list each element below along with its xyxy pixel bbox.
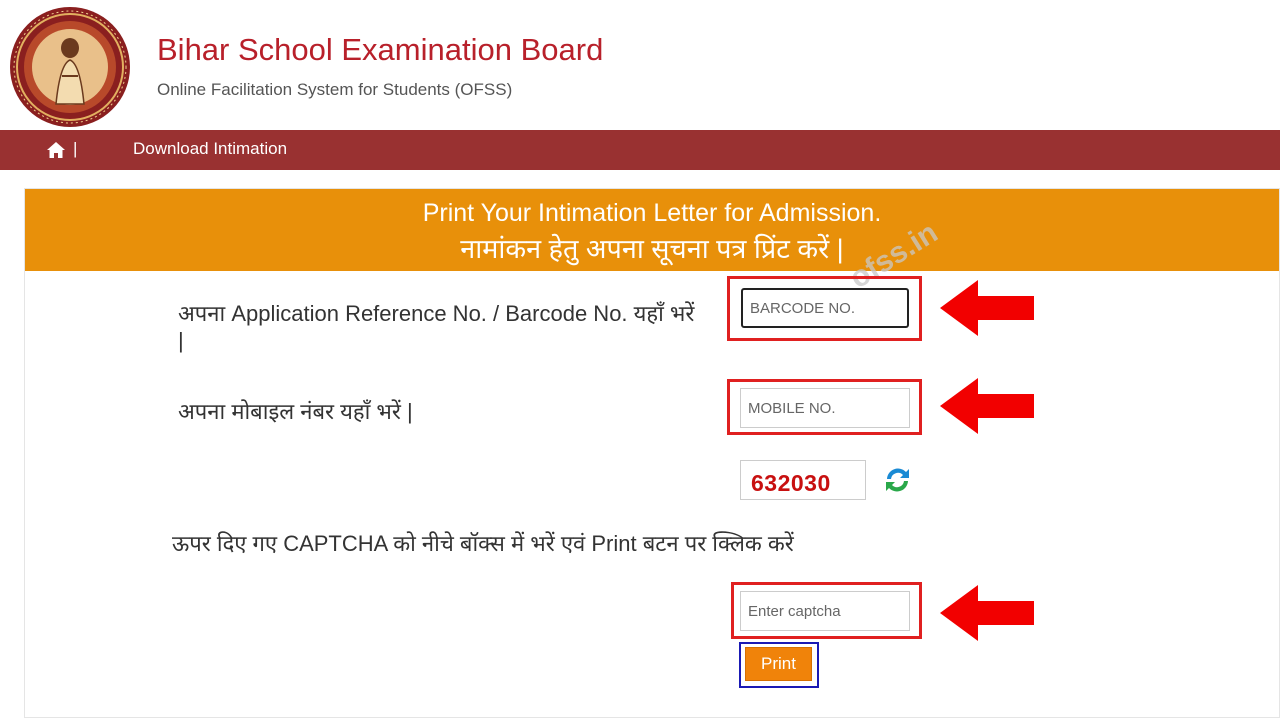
- reference-number-label: अपना Application Reference No. / Barcode…: [178, 301, 695, 353]
- site-subtitle: Online Facilitation System for Students …: [157, 80, 513, 99]
- captcha-input[interactable]: [740, 591, 910, 631]
- mobile-input[interactable]: [740, 388, 910, 428]
- site-header: Bihar School Examination Board Online Fa…: [0, 0, 1280, 130]
- heading-english: Print Your Intimation Letter for Admissi…: [422, 199, 882, 227]
- red-arrow-icon: [940, 280, 1034, 336]
- mobile-number-label: अपना मोबाइल नंबर यहाँ भरें |: [178, 399, 413, 424]
- nav-download-intimation[interactable]: Download Intimation: [133, 139, 287, 159]
- barcode-input[interactable]: [741, 288, 909, 328]
- heading-hindi: नामांकन हेतु अपना सूचना पत्र प्रिंट करें…: [460, 234, 844, 264]
- print-button[interactable]: Print: [745, 647, 812, 681]
- intimation-panel: Print Your Intimation Letter for Admissi…: [24, 188, 1280, 718]
- red-arrow-icon: [940, 378, 1034, 434]
- nav-separator: |: [73, 139, 78, 158]
- panel-heading: Print Your Intimation Letter for Admissi…: [25, 189, 1279, 271]
- refresh-icon[interactable]: [882, 465, 913, 495]
- site-title: Bihar School Examination Board: [157, 32, 604, 67]
- bseb-seal-logo-icon: [10, 7, 130, 127]
- captcha-code: 632030: [740, 460, 866, 500]
- home-icon[interactable]: [46, 141, 66, 159]
- red-arrow-icon: [940, 585, 1034, 641]
- captcha-instruction-label: ऊपर दिए गए CAPTCHA को नीचे बॉक्स में भरे…: [172, 531, 794, 556]
- top-navbar: | Download Intimation: [0, 130, 1280, 170]
